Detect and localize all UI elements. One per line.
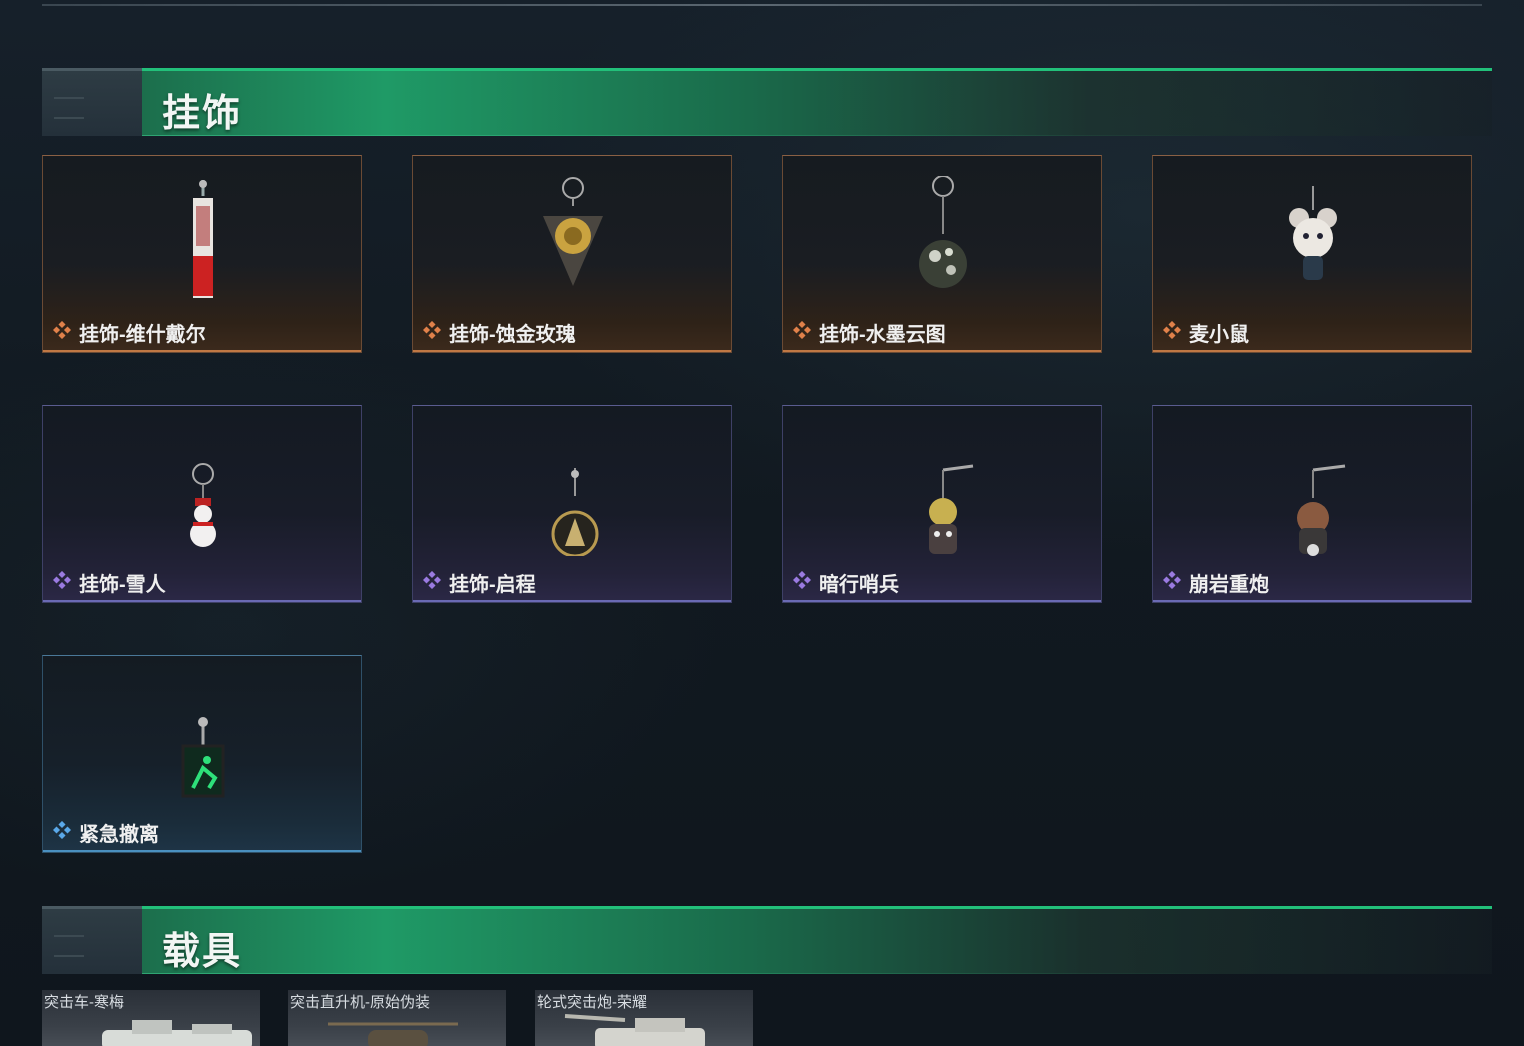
charm-card[interactable]: 挂饰-水墨云图 bbox=[782, 155, 1102, 353]
vehicle-label: 突击直升机-原始伪装 bbox=[290, 994, 430, 1011]
vehicle-card[interactable]: 突击直升机-原始伪装 bbox=[288, 990, 506, 1046]
header-stub bbox=[42, 906, 142, 974]
vehicle-label: 轮式突击炮-荣耀 bbox=[537, 994, 647, 1011]
charm-name: 挂饰-水墨云图 bbox=[819, 324, 946, 346]
charm-name: 挂饰-蚀金玫瑰 bbox=[449, 324, 576, 346]
rarity-diamond-icon bbox=[1163, 571, 1181, 589]
charm-name: 挂饰-维什戴尔 bbox=[79, 324, 206, 346]
rarity-diamond-icon bbox=[793, 321, 811, 339]
rarity-diamond-icon bbox=[423, 321, 441, 339]
ink-cloud-ball-charm-icon bbox=[919, 176, 967, 288]
vehicles-section-title: 载具 bbox=[162, 931, 243, 973]
rarity-diamond-icon bbox=[793, 571, 811, 589]
charm-name: 挂饰-雪人 bbox=[79, 574, 166, 596]
charm-name: 挂饰-启程 bbox=[449, 574, 536, 596]
vishdel-tag-charm-icon bbox=[193, 180, 213, 298]
rarity-diamond-icon bbox=[53, 821, 71, 839]
departure-medal-charm-icon bbox=[551, 468, 599, 556]
charm-name: 暗行哨兵 bbox=[819, 574, 899, 596]
charm-card[interactable]: 暗行哨兵 bbox=[782, 405, 1102, 603]
mouse-charm-icon bbox=[1289, 186, 1337, 280]
charm-card[interactable]: 崩岩重炮 bbox=[1152, 405, 1472, 603]
charms-section-header: 挂饰 bbox=[42, 68, 1492, 136]
charm-card[interactable]: 挂饰-蚀金玫瑰 bbox=[412, 155, 732, 353]
charm-name: 麦小鼠 bbox=[1189, 324, 1249, 346]
charms-section-title: 挂饰 bbox=[162, 93, 243, 135]
sentinel-figure-charm-icon bbox=[929, 464, 974, 554]
charm-card[interactable]: 麦小鼠 bbox=[1152, 155, 1472, 353]
vehicle-card[interactable]: 突击车-寒梅 bbox=[42, 990, 260, 1046]
gold-rose-charm-icon bbox=[543, 177, 603, 286]
rarity-diamond-icon bbox=[423, 571, 441, 589]
top-divider bbox=[42, 4, 1482, 6]
snowman-charm-icon bbox=[190, 463, 216, 547]
charm-card[interactable]: 挂饰-雪人 bbox=[42, 405, 362, 603]
charm-card[interactable]: 挂饰-维什戴尔 bbox=[42, 155, 362, 353]
header-bar bbox=[142, 68, 1492, 136]
rarity-diamond-icon bbox=[53, 571, 71, 589]
charm-name: 崩岩重炮 bbox=[1189, 574, 1269, 596]
header-stub bbox=[42, 68, 142, 136]
rarity-diamond-icon bbox=[53, 321, 71, 339]
vehicle-label: 突击车-寒梅 bbox=[44, 994, 124, 1011]
charm-card[interactable]: 挂饰-启程 bbox=[412, 405, 732, 603]
rarity-diamond-icon bbox=[1163, 321, 1181, 339]
vehicles-section-header: 载具 bbox=[42, 906, 1492, 974]
cannon-figure-charm-icon bbox=[1297, 464, 1346, 556]
vehicle-card[interactable]: 轮式突击炮-荣耀 bbox=[535, 990, 753, 1046]
header-bar bbox=[142, 906, 1492, 974]
charm-name: 紧急撤离 bbox=[79, 824, 159, 846]
charm-card[interactable]: 紧急撤离 bbox=[42, 655, 362, 853]
emergency-exit-sign-charm-icon bbox=[181, 717, 225, 798]
